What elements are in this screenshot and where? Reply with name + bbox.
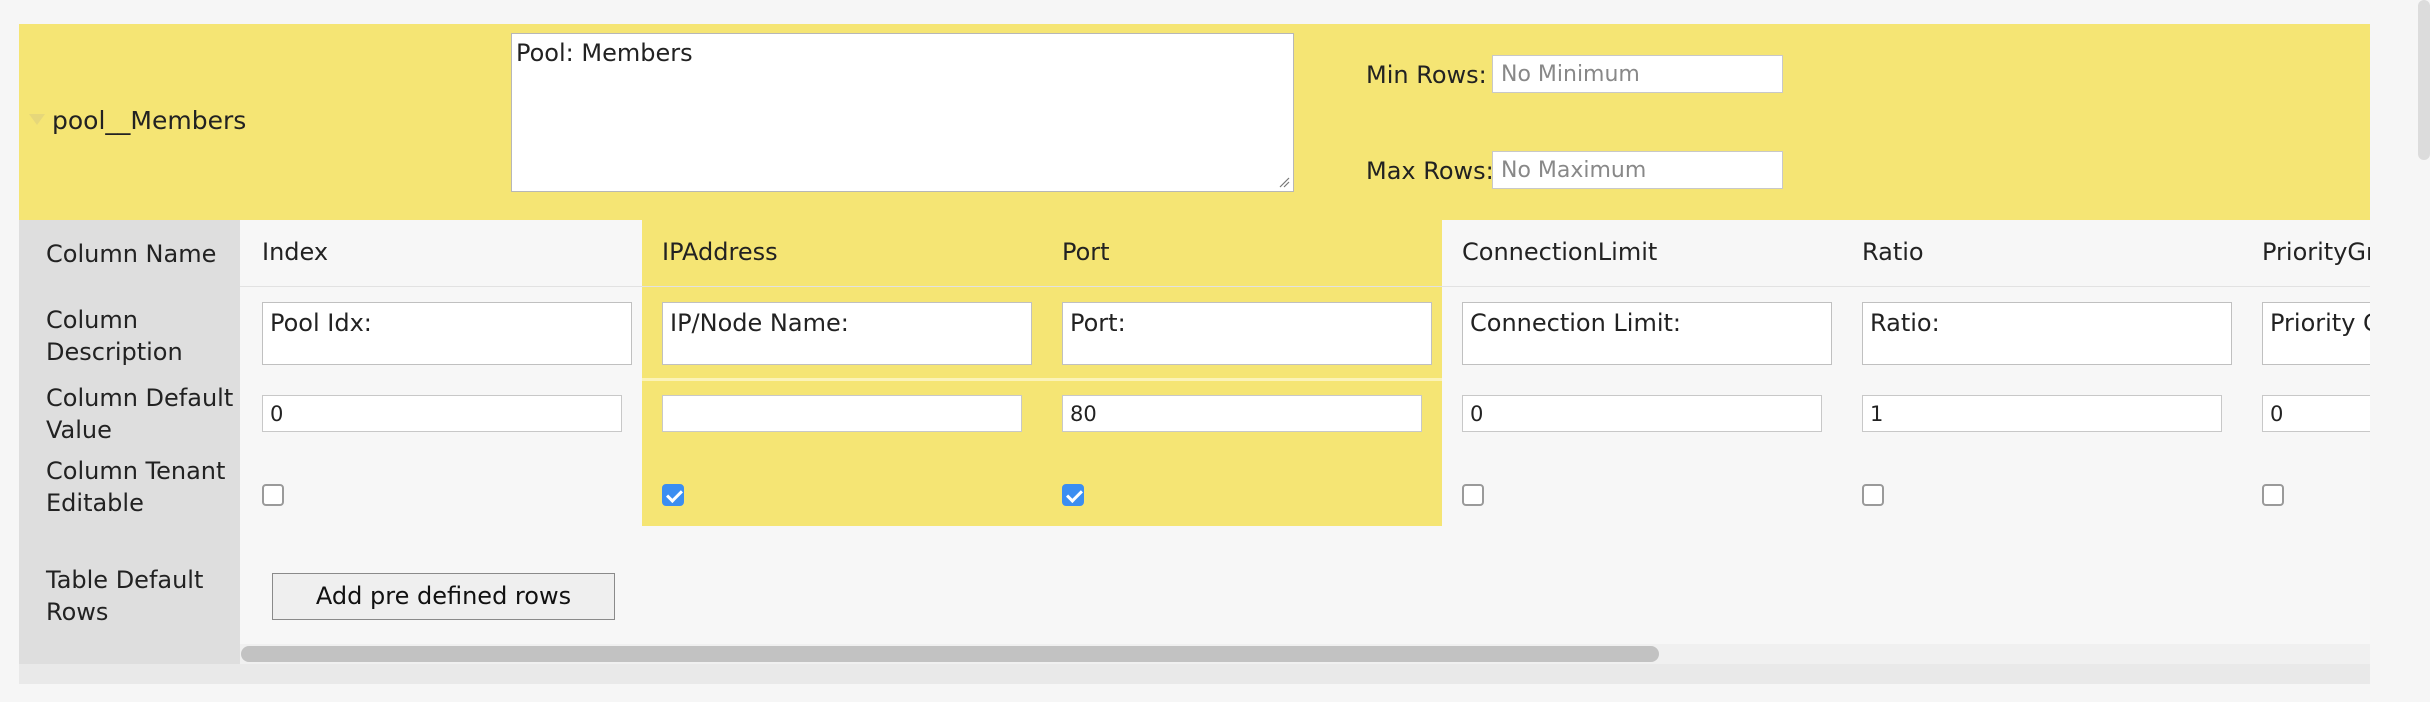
column-default-input[interactable]: 0 bbox=[262, 395, 622, 432]
column-name-ipaddress: IPAddress bbox=[662, 238, 778, 266]
column-name-index: Index bbox=[262, 238, 329, 266]
column-name-prioritygroup: PriorityGr bbox=[2262, 238, 2370, 266]
horizontal-scrollbar-thumb[interactable] bbox=[241, 646, 1659, 662]
row-label-column-tenant-editable: Column Tenant Editable bbox=[46, 457, 226, 517]
vertical-scrollbar-thumb[interactable] bbox=[2418, 0, 2430, 160]
column-name-port: Port bbox=[1062, 238, 1110, 266]
highlight-row-separator bbox=[642, 378, 1442, 381]
row-label-column-name: Column Name bbox=[46, 240, 217, 268]
tenant-editable-checkbox-unchecked-icon[interactable] bbox=[262, 484, 284, 506]
column-default-input[interactable]: 80 bbox=[1062, 395, 1422, 432]
row-label-column-default-value: Column Default Value bbox=[46, 384, 234, 444]
resize-handle-icon[interactable] bbox=[1278, 176, 1290, 188]
tenant-editable-checkbox-unchecked-icon[interactable] bbox=[2262, 484, 2284, 506]
column-name-connectionlimit: ConnectionLimit bbox=[1462, 238, 1658, 266]
column-default-input[interactable] bbox=[662, 395, 1022, 432]
table-description-textarea[interactable]: Pool: Members bbox=[511, 33, 1294, 192]
tenant-editable-checkbox-unchecked-icon[interactable] bbox=[1862, 484, 1884, 506]
max-rows-label: Max Rows: bbox=[1366, 157, 1494, 185]
column-description-input[interactable]: IP/Node Name: bbox=[662, 302, 1032, 365]
column-description-input[interactable]: Port: bbox=[1062, 302, 1432, 365]
add-predefined-rows-button[interactable]: Add pre defined rows bbox=[272, 573, 615, 620]
column-description-input[interactable]: Pool Idx: bbox=[262, 302, 632, 365]
column-description-input[interactable]: Priority G bbox=[2262, 302, 2370, 365]
column-description-input[interactable]: Ratio: bbox=[1862, 302, 2232, 365]
header-divider bbox=[240, 286, 2370, 287]
tenant-editable-checkbox-checked-icon[interactable] bbox=[1062, 484, 1084, 506]
row-label-table-default-rows: Table Default Rows bbox=[46, 566, 204, 626]
column-default-input[interactable]: 0 bbox=[1462, 395, 1822, 432]
column-default-input[interactable]: 0 bbox=[2262, 395, 2370, 432]
collapse-triangle-icon[interactable] bbox=[29, 114, 45, 125]
tenant-editable-checkbox-unchecked-icon[interactable] bbox=[1462, 484, 1484, 506]
column-description-input[interactable]: Connection Limit: bbox=[1462, 302, 1832, 365]
max-rows-input[interactable]: No Maximum bbox=[1492, 151, 1783, 189]
table-name: pool__Members bbox=[52, 106, 247, 135]
column-name-ratio: Ratio bbox=[1862, 238, 1924, 266]
row-label-column-description: Column Description bbox=[46, 306, 183, 366]
tenant-editable-checkbox-checked-icon[interactable] bbox=[662, 484, 684, 506]
min-rows-label: Min Rows: bbox=[1366, 61, 1487, 89]
column-default-input[interactable]: 1 bbox=[1862, 395, 2222, 432]
panel-footer bbox=[19, 664, 2370, 684]
min-rows-input[interactable]: No Minimum bbox=[1492, 55, 1783, 93]
